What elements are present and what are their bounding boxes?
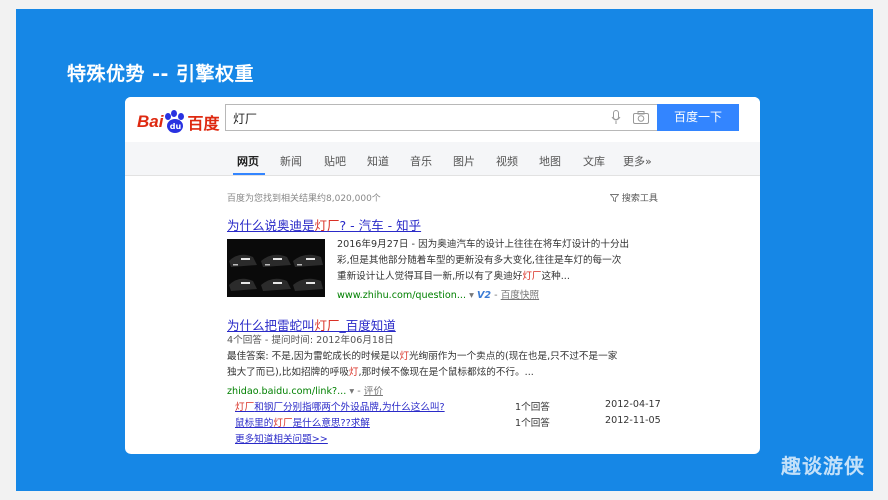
answer-count: 1个回答: [515, 418, 550, 429]
related-question-row: 灯厂和钢厂分别指哪两个外设品牌,为什么这么叫? 1个回答 2012-04-17: [235, 399, 665, 413]
rate-link[interactable]: 评价: [364, 386, 383, 397]
paw-toe: [178, 113, 185, 120]
watermark: 趣谈游侠: [781, 454, 865, 478]
title-text: 为什么说奥迪是: [227, 218, 315, 233]
tab-maps[interactable]: 地图: [539, 153, 561, 169]
result-1-title[interactable]: 为什么说奥迪是灯厂? - 汽车 - 知乎: [227, 215, 421, 234]
question-highlight: 灯厂: [273, 418, 293, 429]
chevron-down-icon[interactable]: ▾: [349, 386, 354, 397]
slide-title: 特殊优势 -- 引擎权重: [67, 63, 255, 85]
search-tools-button[interactable]: 搜索工具: [609, 191, 658, 204]
camera-icon[interactable]: [633, 111, 649, 124]
tab-video[interactable]: 视频: [496, 153, 518, 169]
snippet-text: 这种...: [541, 271, 570, 282]
question-date: 2012-11-05: [605, 415, 661, 426]
baidu-logo[interactable]: Bai du 百度: [137, 109, 219, 135]
snippet-line: 独大了而已),比如招牌的呼吸灯,那时候不像现在是个鼠标都炫的不行。...: [227, 365, 617, 381]
snippet-text: ,那时候不像现在是个鼠标都炫的不行。...: [358, 367, 534, 378]
question-text: 和钢厂分别指哪两个外设品牌,为什么这么叫?: [254, 402, 445, 413]
result-2-url[interactable]: zhidao.baidu.com/link?...: [227, 386, 346, 397]
title-text: ? - 汽车 - 知乎: [339, 218, 422, 233]
baidu-search-screenshot: Bai du 百度 灯厂 百度一下 网页 新闻 贴吧 知道 音乐 图片 视频 地…: [125, 97, 760, 454]
title-highlight: 灯厂: [314, 318, 340, 333]
question-highlight: 灯厂: [235, 402, 255, 413]
related-question-link[interactable]: 灯厂和钢厂分别指哪两个外设品牌,为什么这么叫?: [235, 399, 445, 413]
title-highlight: 灯厂: [314, 218, 340, 233]
result-1-thumbnail[interactable]: [227, 239, 325, 297]
title-text: _百度知道: [339, 318, 396, 333]
cache-link[interactable]: 百度快照: [501, 290, 539, 301]
search-tools-label: 搜索工具: [621, 194, 658, 204]
snippet-line: 重新设计让人觉得耳目一新,所以有了奥迪好灯厂这种...: [337, 269, 629, 285]
slide-background: 特殊优势 -- 引擎权重 Bai du 百度 灯厂 百度一下 网页 新闻 贴吧 …: [16, 9, 873, 491]
more-related-link[interactable]: 更多知道相关问题>>: [235, 431, 328, 445]
search-header: Bai du 百度 灯厂 百度一下: [125, 97, 760, 142]
snippet-highlight: 灯: [399, 351, 410, 362]
separator: -: [494, 290, 498, 301]
snippet-text: 最佳答案: 不是,因为雷蛇成长的时候是以: [227, 351, 400, 362]
result-2-snippet: 4个回答 - 提问时间: 2012年06月18日 最佳答案: 不是,因为雷蛇成长…: [227, 333, 617, 381]
paw-toe: [171, 110, 178, 117]
tab-wenku[interactable]: 文库: [583, 153, 605, 169]
paw-icon: du: [164, 110, 186, 134]
related-question-row: 鼠标里的灯厂是什么意思??求解 1个回答 2012-11-05: [235, 415, 665, 429]
result-2-url-line: zhidao.baidu.com/link?... ▾ - 评价: [227, 383, 383, 397]
tab-images[interactable]: 图片: [453, 153, 475, 169]
snippet-highlight: 灯: [348, 367, 359, 378]
tab-music[interactable]: 音乐: [410, 153, 432, 169]
tab-tieba[interactable]: 贴吧: [324, 153, 346, 169]
question-date: 2012-04-17: [605, 399, 661, 410]
result-1-url[interactable]: www.zhihu.com/question...: [337, 290, 466, 301]
car-headlights-image: [227, 239, 325, 297]
snippet-text: 重新设计让人觉得耳目一新,所以有了奥迪好: [337, 271, 523, 282]
question-text: 是什么意思??求解: [292, 418, 370, 429]
title-text: 为什么把雷蛇叫: [227, 318, 315, 333]
search-input[interactable]: 灯厂: [225, 104, 657, 131]
nav-tabs: 网页 新闻 贴吧 知道 音乐 图片 视频 地图 文库 更多»: [125, 142, 760, 176]
search-query: 灯厂: [233, 112, 258, 126]
snippet-text: 光绚丽作为一个卖点的(现在也是,只不过不是一家: [409, 351, 618, 362]
paw-pad: du: [167, 119, 184, 133]
tab-zhidao[interactable]: 知道: [367, 153, 389, 169]
separator: -: [357, 386, 361, 397]
logo-bai-text: Bai: [137, 112, 164, 131]
search-button[interactable]: 百度一下: [657, 104, 739, 131]
snippet-line: 2016年9月27日 - 因为奥迪汽车的设计上往往在将车灯设计的十分出: [337, 239, 630, 250]
mic-icon[interactable]: [611, 110, 621, 125]
result-1-url-line: www.zhihu.com/question... ▾ V2 - 百度快照: [337, 287, 539, 301]
tab-news[interactable]: 新闻: [280, 153, 302, 169]
tab-more[interactable]: 更多»: [623, 153, 652, 169]
tab-web[interactable]: 网页: [237, 153, 259, 169]
question-text: 鼠标里的: [235, 418, 274, 429]
result-2-title[interactable]: 为什么把雷蛇叫灯厂_百度知道: [227, 315, 396, 334]
result-count: 百度为您找到相关结果约8,020,000个: [227, 194, 381, 204]
active-tab-indicator: [233, 173, 265, 175]
snippet-highlight: 灯厂: [522, 271, 542, 282]
filter-icon: [609, 194, 620, 203]
snippet-line: 最佳答案: 不是,因为雷蛇成长的时候是以灯光绚丽作为一个卖点的(现在也是,只不过…: [227, 349, 617, 365]
snippet-text: 独大了而已),比如招牌的呼吸: [227, 367, 349, 378]
related-question-link[interactable]: 鼠标里的灯厂是什么意思??求解: [235, 415, 370, 429]
result-1-snippet: 2016年9月27日 - 因为奥迪汽车的设计上往往在将车灯设计的十分出 彩,但是…: [337, 237, 629, 285]
verified-v-badge[interactable]: V2: [477, 290, 491, 301]
snippet-line: 彩,但是其他部分随着车型的更新没有多大变化,往往是车灯的每一次: [337, 255, 622, 266]
answer-meta: 4个回答 - 提问时间: 2012年06月18日: [227, 335, 394, 346]
chevron-down-icon[interactable]: ▾: [469, 290, 474, 301]
logo-du-text: 百度: [187, 114, 220, 133]
answer-count: 1个回答: [515, 402, 550, 413]
